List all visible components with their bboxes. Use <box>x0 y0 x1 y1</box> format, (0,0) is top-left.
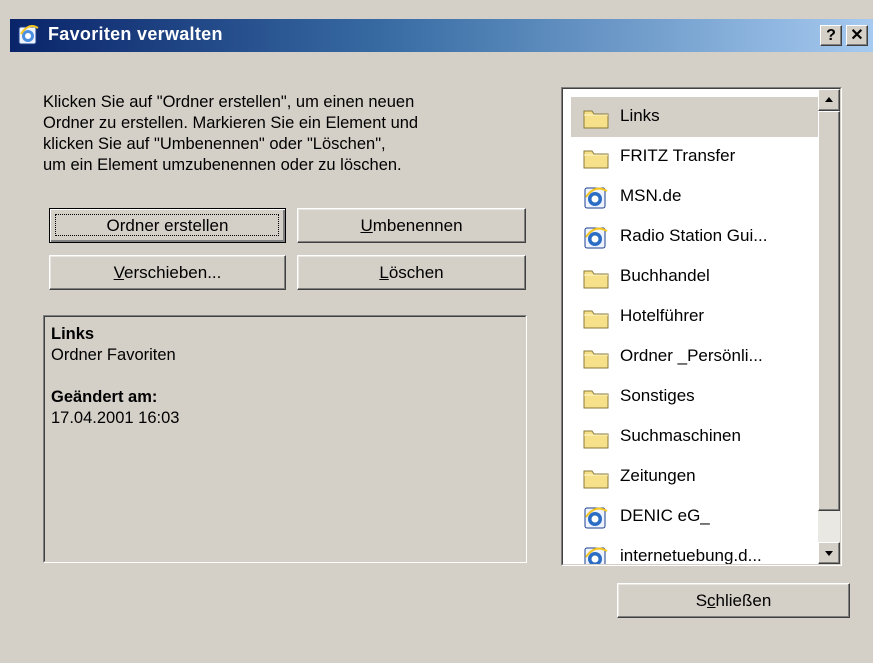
list-item[interactable]: Zeitungen <box>571 457 818 497</box>
list-item-label: Radio Station Gui... <box>620 226 768 245</box>
list-item-label: Sonstiges <box>620 386 695 405</box>
list-item[interactable]: Sonstiges <box>571 377 818 417</box>
rename-mnemonic: U <box>360 216 373 235</box>
item-details-panel: Links Ordner Favoriten Geändert am: 17.0… <box>43 315 527 563</box>
selected-item-type: Ordner Favoriten <box>51 346 176 364</box>
list-item[interactable]: DENIC eG_ <box>571 497 818 537</box>
list-item-label: Ordner _Persönli... <box>620 346 763 365</box>
favorites-list[interactable]: Links FRITZ Transfer MSN.de Radio Station G… <box>561 87 842 566</box>
internet-explorer-icon <box>18 25 39 45</box>
window-title: Favoriten verwalten <box>48 24 223 44</box>
move-button[interactable]: Verschieben... <box>49 255 286 290</box>
list-item[interactable]: Radio Station Gui... <box>571 217 818 257</box>
close-mnemonic: c <box>707 591 716 610</box>
list-item-label: DENIC eG_ <box>620 506 710 525</box>
list-item-label: Zeitungen <box>620 466 696 485</box>
folder-icon <box>583 467 609 489</box>
folder-icon <box>583 107 609 129</box>
list-item[interactable]: Ordner _Persönli... <box>571 337 818 377</box>
folder-icon <box>583 387 609 409</box>
arrow-up-icon <box>825 97 833 102</box>
list-item[interactable]: Hotelführer <box>571 297 818 337</box>
list-item[interactable]: Suchmaschinen <box>571 417 818 457</box>
list-item-label: MSN.de <box>620 186 682 205</box>
vertical-scrollbar[interactable] <box>818 89 840 564</box>
list-item[interactable]: FRITZ Transfer <box>571 137 818 177</box>
instructions-text: Klicken Sie auf "Ordner erstellen", um e… <box>43 93 419 174</box>
help-button[interactable]: ? <box>820 25 842 46</box>
ie-icon <box>583 227 609 249</box>
create-folder-label: Ordner erstellen <box>106 216 229 235</box>
selected-item-name: Links <box>51 325 95 343</box>
title-bar[interactable]: Favoriten verwalten ? ✕ <box>10 19 873 52</box>
delete-mnemonic: L <box>379 263 389 282</box>
list-item-label: Buchhandel <box>620 266 710 285</box>
scroll-down-button[interactable] <box>818 542 840 564</box>
list-item[interactable]: MSN.de <box>571 177 818 217</box>
ie-icon <box>583 547 609 564</box>
create-folder-button[interactable]: Ordner erstellen <box>49 208 286 243</box>
manage-favorites-dialog: Favoriten verwalten ? ✕ Klicken Sie auf … <box>0 0 873 663</box>
move-label: erschieben... <box>124 263 222 282</box>
list-item[interactable]: internetuebung.d... <box>571 537 818 565</box>
folder-icon <box>583 427 609 449</box>
favorites-items: Links FRITZ Transfer MSN.de Radio Station G… <box>571 97 818 565</box>
list-item-label: Links <box>620 106 660 125</box>
folder-icon <box>583 147 609 169</box>
modified-value: 17.04.2001 16:03 <box>51 409 180 427</box>
rename-button[interactable]: Umbenennen <box>297 208 526 243</box>
list-item[interactable]: Links <box>571 97 818 137</box>
modified-label: Geändert am: <box>51 388 158 406</box>
rename-label: mbenennen <box>372 216 463 235</box>
close-window-button[interactable]: ✕ <box>846 25 868 46</box>
list-item-label: FRITZ Transfer <box>620 146 736 165</box>
scroll-thumb[interactable] <box>818 111 840 511</box>
delete-label: öschen <box>388 263 444 282</box>
close-label-end: hließen <box>715 591 772 610</box>
scroll-up-button[interactable] <box>818 89 840 111</box>
delete-button[interactable]: Löschen <box>297 255 526 290</box>
ie-icon <box>583 507 609 529</box>
folder-icon <box>583 267 609 289</box>
list-item-label: internetuebung.d... <box>620 546 762 565</box>
list-item[interactable]: Buchhandel <box>571 257 818 297</box>
ie-icon <box>583 187 609 209</box>
list-item-label: Hotelführer <box>620 306 705 325</box>
close-label-start: S <box>695 591 708 610</box>
list-item-label: Suchmaschinen <box>620 426 741 445</box>
folder-icon <box>583 307 609 329</box>
move-mnemonic: V <box>113 263 125 282</box>
close-button[interactable]: Schließen <box>617 583 850 618</box>
folder-icon <box>583 347 609 369</box>
arrow-down-icon <box>825 551 833 556</box>
